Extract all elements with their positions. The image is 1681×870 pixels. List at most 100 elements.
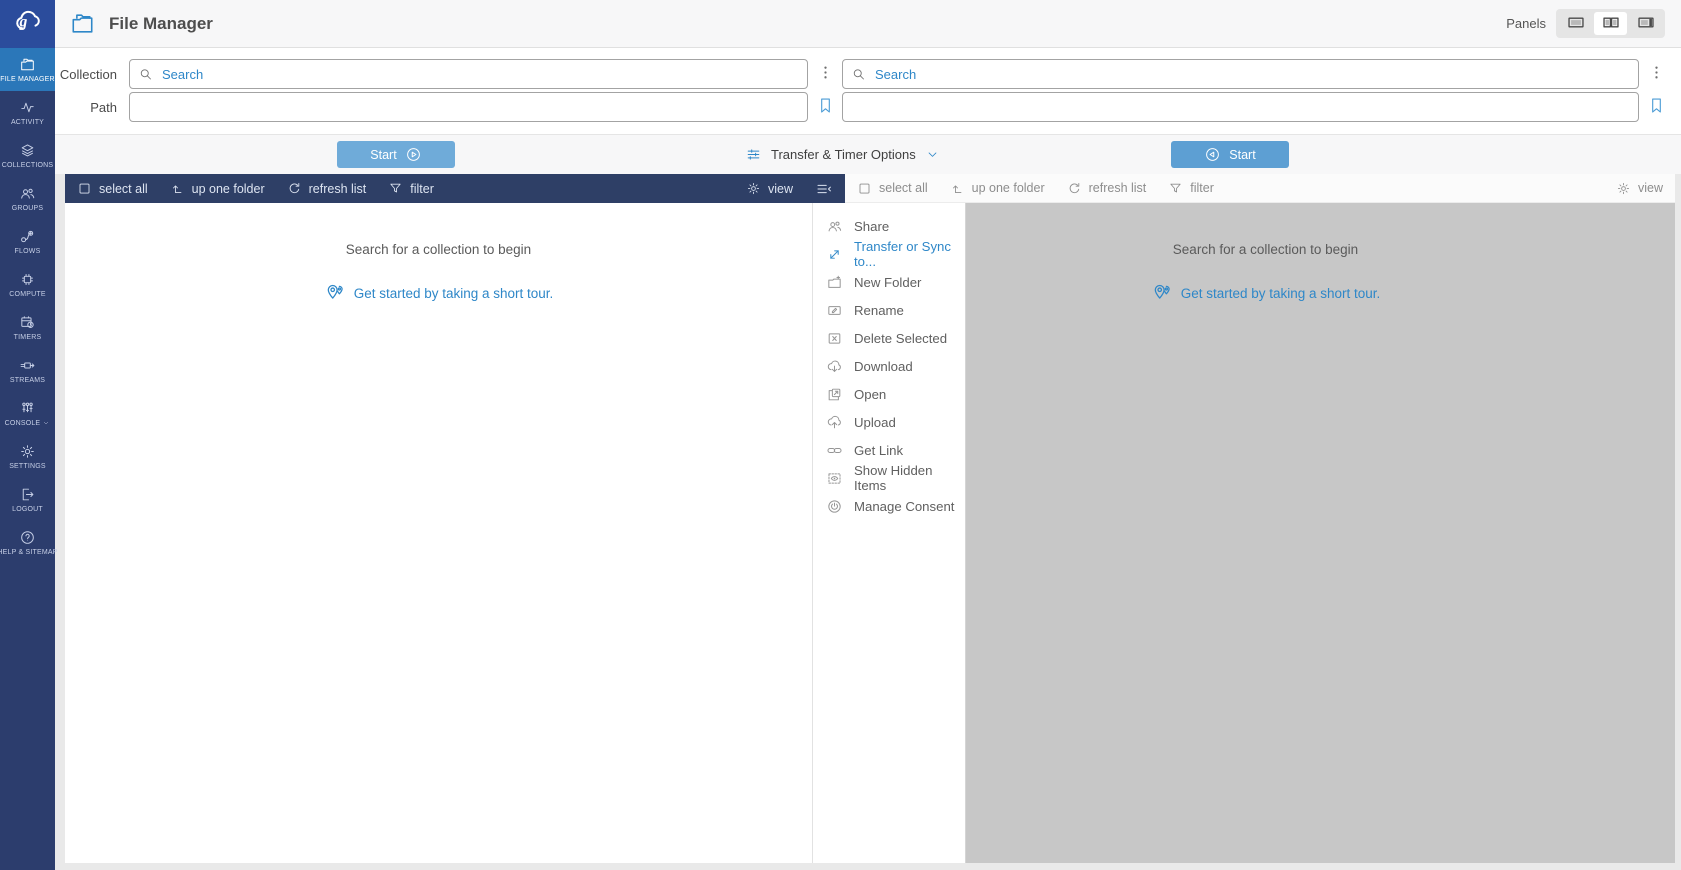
up-one-folder-button[interactable]: up one folder [170,181,265,196]
panels-content: Search for a collection to begin Get sta… [65,203,1675,863]
start-transfer-right-button[interactable]: Start [1171,141,1289,168]
panel-layout-dual-button[interactable] [1594,12,1627,35]
sidebar-item-timers[interactable]: TIMERS [0,306,55,349]
up-one-folder-button[interactable]: up one folder [950,181,1045,196]
panel-toolbars: select all up one folder refresh list fi… [65,174,1675,203]
dual-panel-icon [1599,13,1623,35]
sidebar-item-label: FILE MANAGER [0,76,55,83]
sidebar-item-label: COMPUTE [9,291,45,298]
globus-cloud-icon: g [11,7,45,42]
new-folder-icon [826,274,843,291]
sidebar-item-streams[interactable]: STREAMS [0,349,55,392]
compute-icon [19,271,36,288]
sidebar-item-label: TIMERS [14,334,42,341]
collapse-menu-icon [815,180,833,198]
right-panel-icon [1634,13,1658,35]
menu-item-label: Upload [854,415,896,430]
menu-item-label: Transfer or Sync to... [854,239,965,269]
chevron-down-icon [925,147,940,162]
collection-menu-left-button[interactable] [817,64,834,84]
sidebar-item-compute[interactable]: COMPUTE [0,263,55,306]
consent-icon [826,498,843,515]
menu-item-show-hidden-items[interactable]: Show Hidden Items [813,464,965,492]
flows-icon [19,228,36,245]
page-title: File Manager [109,14,213,34]
tour-pins-icon [324,282,346,304]
bookmark-left-button[interactable] [816,96,835,118]
chevron-down-icon [42,419,50,429]
select-all-button[interactable]: select all [77,181,148,196]
path-input-right[interactable] [842,92,1639,122]
filter-button[interactable]: filter [1168,181,1214,196]
collection-label: Collection [55,67,117,82]
view-settings-button[interactable]: view [746,181,793,196]
sidebar-nav: FILE MANAGER ACTIVITY COLLECTIONS GROUPS FLO… [0,48,55,564]
collection-search-input-left[interactable] [129,59,808,89]
panel-layout-right-button[interactable] [1629,12,1662,35]
sidebar-item-label: GROUPS [12,205,44,212]
menu-item-manage-consent[interactable]: Manage Consent [813,492,965,520]
page-header: File Manager Panels [55,0,1681,48]
menu-item-label: Delete Selected [854,331,947,346]
sidebar-item-label: FLOWS [15,248,41,255]
start-transfer-left-button[interactable]: Start [337,141,455,168]
file-manager-icon [69,10,96,37]
sidebar-item-label: ACTIVITY [11,119,44,126]
sidebar-item-label: COLLECTIONS [2,162,54,169]
sidebar-item-activity[interactable]: ACTIVITY [0,91,55,134]
sidebar-item-console[interactable]: CONSOLE [0,392,55,435]
filter-button[interactable]: filter [388,181,434,196]
logout-icon [19,486,36,503]
sidebar-item-file-manager[interactable]: FILE MANAGER [0,48,55,91]
refresh-list-button[interactable]: refresh list [1067,181,1147,196]
sliders-icon [745,146,762,163]
menu-item-share[interactable]: Share [813,212,965,240]
delete-icon [826,330,843,347]
menu-item-new-folder[interactable]: New Folder [813,268,965,296]
refresh-icon [1067,181,1082,196]
view-settings-button[interactable]: view [1616,181,1663,196]
refresh-list-button[interactable]: refresh list [287,181,367,196]
menu-item-get-link[interactable]: Get Link [813,436,965,464]
bookmark-right-button[interactable] [1647,96,1666,118]
menu-item-delete-selected[interactable]: Delete Selected [813,324,965,352]
select-all-button[interactable]: select all [857,181,928,196]
sidebar-item-flows[interactable]: FLOWS [0,220,55,263]
menu-item-rename[interactable]: Rename [813,296,965,324]
up-folder-icon [950,181,965,196]
menu-item-download[interactable]: Download [813,352,965,380]
menu-item-upload[interactable]: Upload [813,408,965,436]
action-menu: Share Transfer or Sync to...New FolderRen… [812,203,966,863]
menu-item-transfer-or-sync-to[interactable]: Transfer or Sync to... [813,240,965,268]
app-window: g FILE MANAGERACTIVITYCOLLECTIONSGROUPSF… [0,0,1681,870]
svg-text:g: g [18,13,27,30]
sidebar-item-settings[interactable]: SETTINGS [0,435,55,478]
panel-layout-single-button[interactable] [1559,12,1592,35]
link-icon [826,442,843,459]
menu-item-open[interactable]: Open [813,380,965,408]
empty-state-title: Search for a collection to begin [1173,242,1358,257]
kebab-icon [1648,64,1665,84]
collection-search-input-right[interactable] [842,59,1639,89]
panels-toggle-group [1556,9,1665,38]
menu-item-label: Share [854,219,889,234]
path-input-left[interactable] [129,92,808,122]
play-left-icon [1204,146,1221,163]
streams-icon [19,357,36,374]
collapse-action-menu-button[interactable] [815,180,833,198]
sidebar-item-collections[interactable]: COLLECTIONS [0,134,55,177]
sidebar-item-help-sitemap[interactable]: HELP & SITEMAP [0,521,55,564]
globus-logo[interactable]: g [0,0,55,48]
collection-menu-right-button[interactable] [1648,64,1665,84]
menu-item-label: Manage Consent [854,499,954,514]
folder-manager-icon [19,56,36,73]
sidebar-item-groups[interactable]: GROUPS [0,177,55,220]
take-tour-link[interactable]: Get started by taking a short tour. [1151,282,1381,304]
sidebar-item-logout[interactable]: LOGOUT [0,478,55,521]
timers-icon [19,314,36,331]
menu-item-label: Download [854,359,913,374]
panels-switcher: Panels [1506,9,1665,38]
sidebar-item-label: HELP & SITEMAP [0,549,58,556]
transfer-timer-options-button[interactable]: Transfer & Timer Options [745,135,940,174]
take-tour-link[interactable]: Get started by taking a short tour. [324,282,554,304]
